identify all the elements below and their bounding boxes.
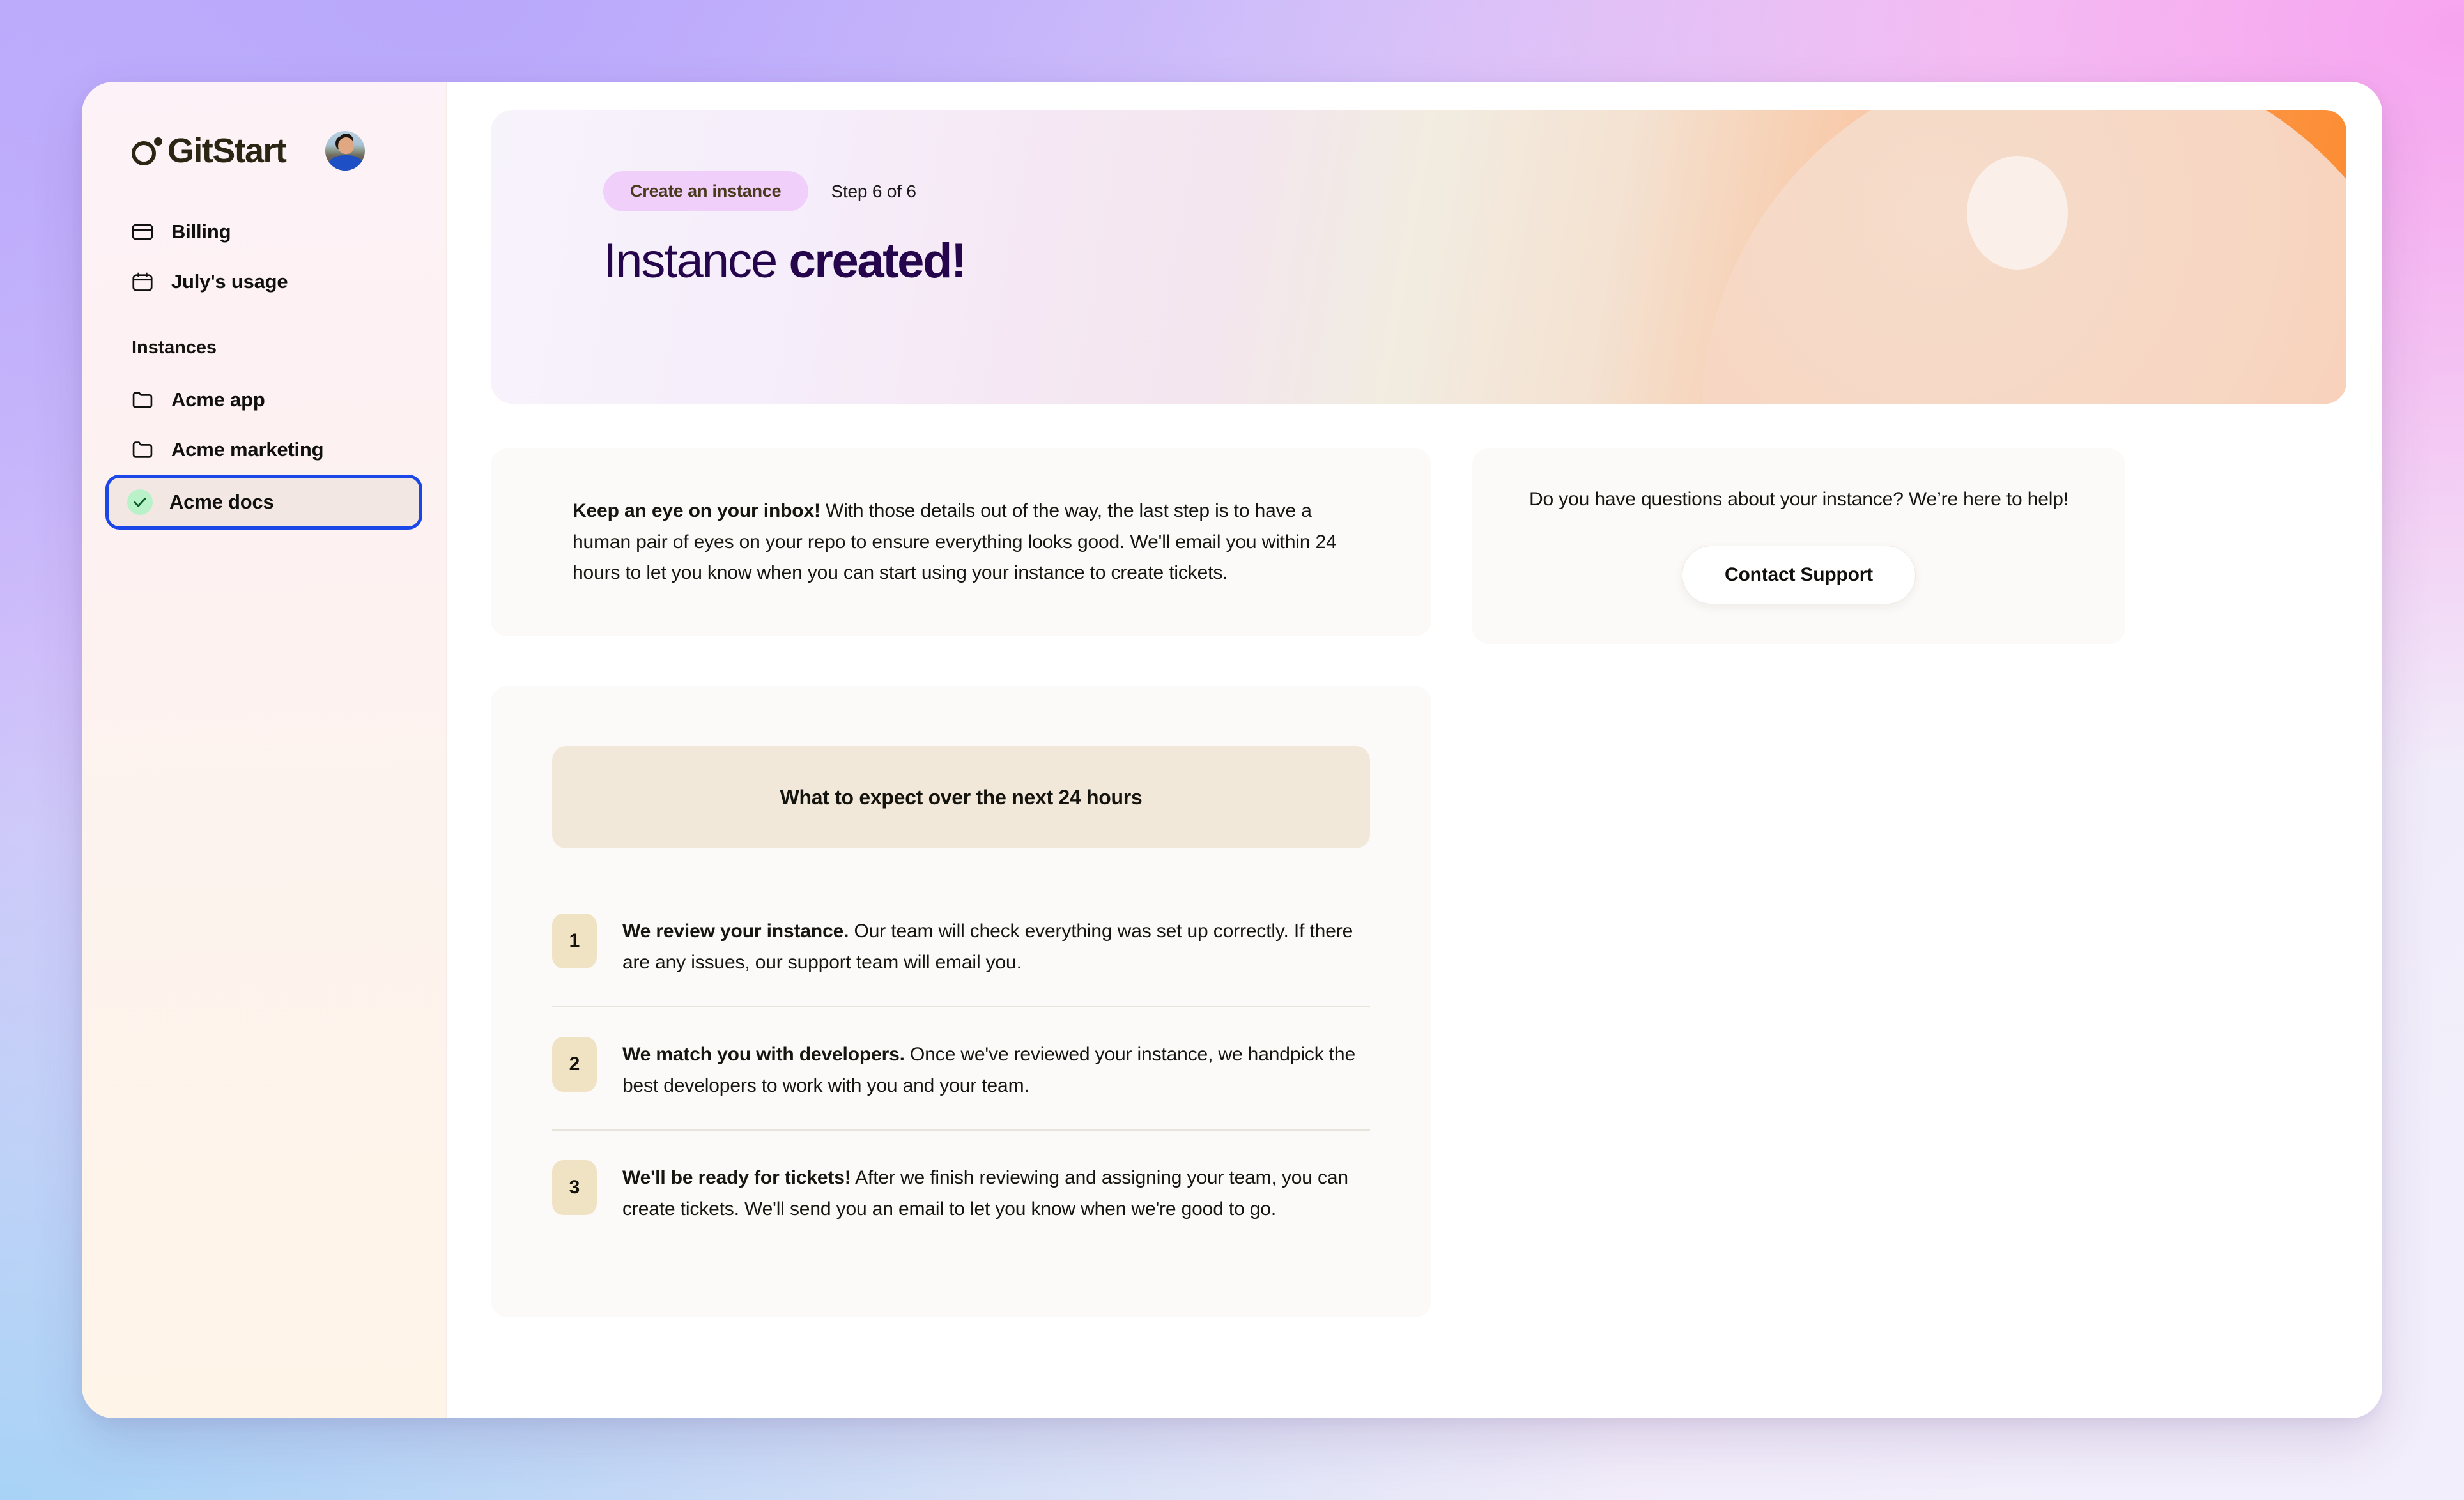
page-title-light: Instance bbox=[603, 234, 778, 288]
create-instance-badge[interactable]: Create an instance bbox=[603, 171, 808, 211]
sidebar-item-acme-marketing[interactable]: Acme marketing bbox=[109, 425, 419, 475]
folder-icon bbox=[130, 388, 155, 412]
check-circle-icon bbox=[127, 489, 153, 515]
sidebar-nav: Billing July's usage Instances Acme app … bbox=[82, 207, 446, 530]
user-avatar[interactable] bbox=[325, 131, 366, 171]
step-text: We'll be ready for tickets! After we fin… bbox=[622, 1160, 1370, 1225]
support-card: Do you have questions about your instanc… bbox=[1472, 448, 2125, 644]
brand-name: GitStart bbox=[167, 132, 287, 170]
page-title: Instance created! bbox=[603, 236, 2346, 287]
sidebar-item-label: Billing bbox=[171, 220, 231, 243]
step-text: We match you with developers. Once we've… bbox=[622, 1037, 1370, 1101]
sidebar-item-july-usage[interactable]: July's usage bbox=[109, 257, 419, 307]
brand-row: GitStart bbox=[82, 120, 446, 181]
expectations-header: What to expect over the next 24 hours bbox=[552, 746, 1370, 848]
step-lead: We match you with developers. bbox=[622, 1044, 905, 1066]
sidebar: GitStart Billing July's usage Instances … bbox=[82, 82, 447, 1418]
step-number-badge: 2 bbox=[552, 1037, 597, 1092]
expectation-step: 1 We review your instance. Our team will… bbox=[552, 884, 1370, 1006]
contact-support-button[interactable]: Contact Support bbox=[1682, 546, 1916, 604]
sidebar-section-title: Instances bbox=[132, 337, 217, 358]
expectations-card: What to expect over the next 24 hours 1 … bbox=[491, 686, 1431, 1317]
step-number-badge: 3 bbox=[552, 1160, 597, 1216]
support-card-text: Do you have questions about your instanc… bbox=[1528, 489, 2069, 510]
app-window: GitStart Billing July's usage Instances … bbox=[82, 82, 2382, 1418]
sidebar-item-billing[interactable]: Billing bbox=[109, 207, 419, 257]
step-text: We review your instance. Our team will c… bbox=[622, 914, 1370, 978]
gitstart-circle-degree-icon bbox=[132, 136, 162, 165]
expectations-step-list: 1 We review your instance. Our team will… bbox=[552, 884, 1370, 1253]
expectation-step: 2 We match you with developers. Once we'… bbox=[552, 1006, 1370, 1129]
sidebar-item-label: Acme app bbox=[171, 388, 265, 411]
calendar-icon bbox=[130, 270, 155, 294]
hero-banner: Create an instance Step 6 of 6 Instance … bbox=[491, 110, 2346, 404]
brand-logo[interactable]: GitStart bbox=[132, 132, 287, 170]
sidebar-item-label: July's usage bbox=[171, 270, 288, 293]
sidebar-item-acme-app[interactable]: Acme app bbox=[109, 375, 419, 425]
step-number-badge: 1 bbox=[552, 914, 597, 968]
expectation-step: 3 We'll be ready for tickets! After we f… bbox=[552, 1129, 1370, 1253]
inbox-card-lead: Keep an eye on your inbox! bbox=[573, 500, 820, 521]
step-lead: We'll be ready for tickets! bbox=[622, 1167, 851, 1189]
step-lead: We review your instance. bbox=[622, 921, 849, 942]
inbox-card: Keep an eye on your inbox! With those de… bbox=[491, 448, 1431, 636]
inbox-card-text: Keep an eye on your inbox! With those de… bbox=[573, 496, 1350, 589]
sidebar-item-label: Acme marketing bbox=[171, 438, 324, 461]
sidebar-item-acme-docs[interactable]: Acme docs bbox=[105, 475, 422, 530]
main-content: Create an instance Step 6 of 6 Instance … bbox=[447, 82, 2382, 1418]
credit-card-icon bbox=[130, 220, 155, 244]
folder-icon bbox=[130, 438, 155, 462]
sidebar-item-label: Acme docs bbox=[169, 491, 274, 513]
page-title-bold: created! bbox=[789, 234, 967, 288]
step-indicator: Step 6 of 6 bbox=[831, 181, 916, 201]
